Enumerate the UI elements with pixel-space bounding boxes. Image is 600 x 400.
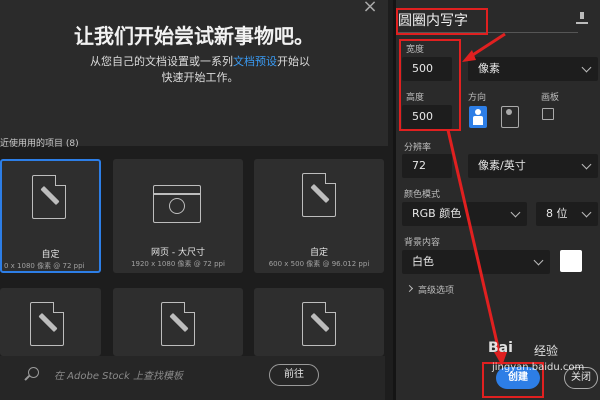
welcome-subtitle-line2: 快速开始工作。 xyxy=(161,71,239,84)
portrait-orientation-icon[interactable] xyxy=(469,106,487,128)
card-name: 自定 xyxy=(309,248,328,258)
presets-area: × 让我们开始尝试新事物吧。 从您自己的文档设置或一系列文档预设开始以 快速开始… xyxy=(0,0,393,400)
globe-icon xyxy=(169,198,185,214)
welcome-banner: × 让我们开始尝试新事物吧。 从您自己的文档设置或一系列文档预设开始以 快速开始… xyxy=(0,0,388,146)
save-preset-icon[interactable] xyxy=(576,12,588,24)
close-icon[interactable]: × xyxy=(360,0,380,17)
annotation-box-name xyxy=(396,8,488,35)
recent-card-row2-2[interactable] xyxy=(113,288,243,356)
color-mode-label: 颜色模式 xyxy=(404,190,441,200)
chevron-right-icon xyxy=(405,284,414,293)
recent-card-row2-3[interactable] xyxy=(254,288,384,356)
go-button[interactable]: 前往 xyxy=(269,364,319,386)
recent-card-custom-1[interactable]: 自定 0 x 1080 像素 @ 72 ppi xyxy=(0,159,101,273)
color-mode-value: RGB 颜色 xyxy=(412,207,462,220)
annotation-box-size xyxy=(399,39,461,131)
color-mode-select[interactable]: RGB 颜色 xyxy=(402,202,527,226)
card-spec: 0 x 1080 像素 @ 72 ppi xyxy=(4,262,85,270)
width-unit-value: 像素 xyxy=(478,62,500,75)
new-document-dialog: × 让我们开始尝试新事物吧。 从您自己的文档设置或一系列文档预设开始以 快速开始… xyxy=(0,0,600,400)
resolution-label: 分辨率 xyxy=(404,143,432,153)
document-presets-link[interactable]: 文档预设 xyxy=(233,55,277,68)
background-label: 背景内容 xyxy=(404,238,441,248)
artboard-checkbox[interactable] xyxy=(542,108,554,120)
chevron-down-icon xyxy=(533,255,544,266)
watermark-brand2: 经验 xyxy=(534,344,559,358)
recent-card-row2-1[interactable] xyxy=(0,288,101,356)
chevron-down-icon xyxy=(581,62,592,73)
watermark-brand: Bai xyxy=(488,340,513,356)
width-unit-select[interactable]: 像素 xyxy=(468,57,598,81)
card-name: 自定 xyxy=(41,250,60,260)
resolution-unit-value: 像素/英寸 xyxy=(478,159,526,172)
resolution-unit-select[interactable]: 像素/英寸 xyxy=(468,154,598,178)
welcome-title: 让我们开始尝试新事物吧。 xyxy=(74,24,314,48)
search-icon xyxy=(28,367,39,378)
background-value: 白色 xyxy=(412,255,434,268)
stock-search-input[interactable] xyxy=(54,367,254,385)
bit-depth-value: 8 位 xyxy=(546,207,568,220)
welcome-subtitle-pre: 从您自己的文档设置或一系列 xyxy=(90,55,233,68)
card-name: 网页 - 大尺寸 xyxy=(151,248,205,258)
resolution-input[interactable]: 72 xyxy=(402,154,452,178)
orientation-label: 方向 xyxy=(468,93,487,103)
bit-depth-select[interactable]: 8 位 xyxy=(536,202,598,226)
background-select[interactable]: 白色 xyxy=(402,250,550,274)
recent-card-web-large[interactable]: 网页 - 大尺寸 1920 x 1080 像素 @ 72 ppi xyxy=(113,159,243,273)
welcome-subtitle: 从您自己的文档设置或一系列文档预设开始以 快速开始工作。 xyxy=(40,54,360,86)
welcome-subtitle-post: 开始以 xyxy=(277,55,310,68)
chevron-down-icon xyxy=(581,207,592,218)
recent-card-custom-2[interactable]: 自定 600 x 500 像素 @ 96.012 ppi xyxy=(254,159,384,273)
background-color-swatch[interactable] xyxy=(560,250,582,272)
recent-items-label: 近使用用的项目 (8) xyxy=(0,139,79,149)
advanced-options-toggle[interactable]: 高级选项 xyxy=(418,283,454,296)
chevron-down-icon xyxy=(581,159,592,170)
card-spec: 600 x 500 像素 @ 96.012 ppi xyxy=(268,260,370,268)
artboard-label: 画板 xyxy=(541,93,560,103)
watermark-url: jingyan.baidu.com xyxy=(492,362,585,373)
landscape-orientation-icon[interactable] xyxy=(501,106,519,128)
chevron-down-icon xyxy=(510,207,521,218)
stock-search xyxy=(28,364,258,388)
card-spec: 1920 x 1080 像素 @ 72 ppi xyxy=(131,260,225,268)
